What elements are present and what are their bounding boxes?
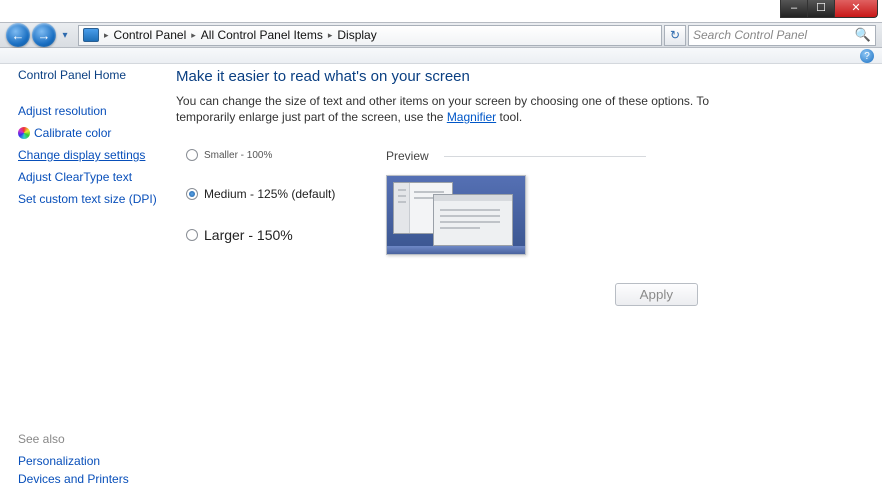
navigation-bar: ← → ▾ ▸ Control Panel ▸ All Control Pane… — [0, 22, 882, 48]
preview-label: Preview — [386, 149, 526, 163]
maximize-button[interactable]: ☐ — [807, 0, 835, 18]
chevron-down-icon: ▾ — [62, 30, 67, 41]
option-larger[interactable]: Larger - 150% — [186, 227, 386, 243]
search-placeholder: Search Control Panel — [693, 28, 855, 42]
radio-icon — [186, 149, 198, 161]
see-also-devices-printers[interactable]: Devices and Printers — [18, 472, 158, 486]
option-medium[interactable]: Medium - 125% (default) — [186, 187, 386, 201]
content-area: Control Panel Home Adjust resolution Cal… — [0, 64, 882, 500]
forward-button[interactable]: → — [32, 23, 56, 47]
option-label: Larger - 150% — [204, 227, 293, 243]
control-panel-icon — [83, 28, 99, 42]
page-description: You can change the size of text and othe… — [176, 93, 766, 125]
preview-image — [386, 175, 526, 255]
option-smaller[interactable]: Smaller - 100% — [186, 149, 386, 161]
search-icon: 🔍 — [855, 27, 871, 43]
apply-row: Apply — [176, 283, 858, 306]
sidebar-link-cleartype[interactable]: Adjust ClearType text — [18, 170, 158, 184]
sidebar-link-change-display-settings[interactable]: Change display settings — [18, 148, 158, 162]
magnifier-link[interactable]: Magnifier — [447, 110, 496, 124]
main-panel: Make it easier to read what's on your sc… — [170, 64, 882, 500]
see-also-personalization[interactable]: Personalization — [18, 454, 158, 468]
minimize-icon: – — [791, 3, 797, 14]
info-bar: ? — [0, 48, 882, 64]
sidebar-home-link[interactable]: Control Panel Home — [18, 68, 158, 82]
breadcrumb-separator: ▸ — [191, 30, 196, 41]
sidebar-link-custom-dpi[interactable]: Set custom text size (DPI) — [18, 192, 158, 206]
help-button[interactable]: ? — [860, 49, 874, 63]
close-button[interactable]: ✕ — [834, 0, 878, 18]
option-label: Medium - 125% (default) — [204, 187, 335, 201]
maximize-icon: ☐ — [816, 3, 826, 14]
refresh-icon: ↻ — [670, 28, 680, 42]
radio-icon — [186, 229, 198, 241]
sidebar-link-calibrate-color[interactable]: Calibrate color — [18, 126, 158, 140]
breadcrumb-item[interactable]: All Control Panel Items — [199, 28, 325, 42]
description-text-1: You can change the size of text and othe… — [176, 94, 709, 124]
refresh-button[interactable]: ↻ — [664, 25, 686, 46]
title-bar: – ☐ ✕ — [0, 0, 882, 22]
sidebar-link-adjust-resolution[interactable]: Adjust resolution — [18, 104, 158, 118]
breadcrumb[interactable]: ▸ Control Panel ▸ All Control Panel Item… — [78, 25, 662, 46]
sidebar-bottom: See also Personalization Devices and Pri… — [18, 432, 158, 490]
history-dropdown[interactable]: ▾ — [58, 23, 72, 47]
back-button[interactable]: ← — [6, 23, 30, 47]
preview-window-2 — [433, 194, 513, 246]
breadcrumb-item[interactable]: Control Panel — [112, 28, 189, 42]
breadcrumb-separator: ▸ — [104, 30, 109, 41]
description-text-2: tool. — [496, 110, 522, 124]
nav-buttons: ← → ▾ — [6, 23, 72, 47]
page-title: Make it easier to read what's on your sc… — [176, 68, 858, 85]
back-icon: ← — [12, 28, 25, 43]
window-controls: – ☐ ✕ — [781, 0, 878, 18]
option-label: Smaller - 100% — [204, 150, 272, 161]
help-icon: ? — [864, 51, 870, 62]
close-icon: ✕ — [851, 3, 860, 14]
preview-taskbar — [387, 246, 525, 254]
options-column: Smaller - 100% Medium - 125% (default) L… — [176, 149, 386, 255]
apply-button[interactable]: Apply — [615, 283, 698, 306]
options-row: Smaller - 100% Medium - 125% (default) L… — [176, 149, 858, 255]
see-also-label: See also — [18, 432, 158, 446]
forward-icon: → — [38, 28, 51, 43]
minimize-button[interactable]: – — [780, 0, 808, 18]
sidebar: Control Panel Home Adjust resolution Cal… — [0, 64, 170, 500]
search-input[interactable]: Search Control Panel 🔍 — [688, 25, 876, 46]
radio-icon — [186, 188, 198, 200]
breadcrumb-item[interactable]: Display — [335, 28, 378, 42]
breadcrumb-separator: ▸ — [328, 30, 333, 41]
preview-column: Preview — [386, 149, 526, 255]
